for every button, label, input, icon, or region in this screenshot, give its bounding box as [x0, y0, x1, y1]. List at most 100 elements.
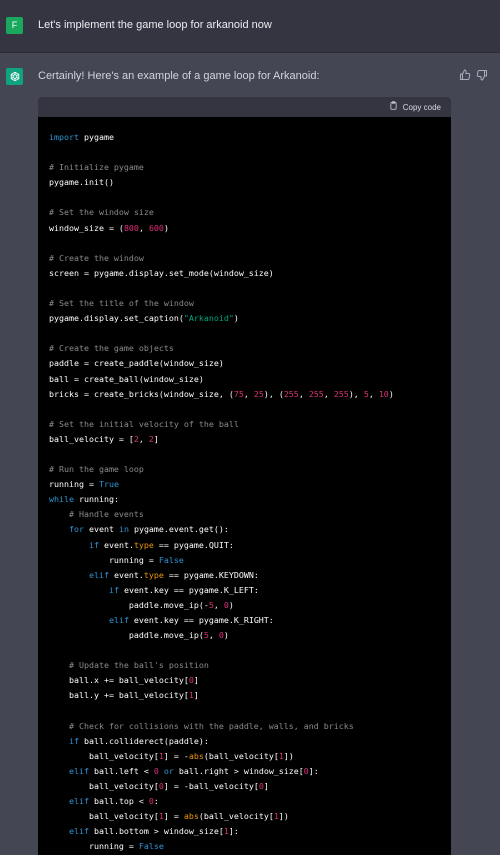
code-line: if event.type == pygame.QUIT: — [49, 538, 451, 553]
code-token: while — [49, 494, 74, 505]
user-message-text: Let's implement the game loop for arkano… — [38, 19, 272, 31]
code-token: event.key == pygame.K_LEFT: — [118, 584, 259, 595]
code-token: ball.left < — [88, 765, 154, 776]
code-token: ] — [193, 675, 199, 686]
code-token: ), — [348, 388, 364, 399]
code-token: window_size = ( — [49, 222, 124, 233]
code-token: ) — [233, 313, 239, 324]
code-token: == pygame.QUIT: — [153, 539, 234, 550]
code-block: Copy code import pygame # Initialize pyg… — [38, 97, 451, 855]
code-line: # Create the game objects — [49, 341, 451, 356]
code-token: , — [138, 433, 149, 444]
code-line: # Update the ball's position — [49, 658, 451, 673]
code-token: running = — [49, 479, 99, 490]
code-line: if ball.colliderect(paddle): — [49, 734, 451, 749]
code-token: (ball_velocity[ — [203, 750, 279, 761]
thumbs-up-icon[interactable] — [459, 68, 471, 80]
code-token: event — [83, 524, 119, 535]
code-token: screen = pygame.display.set_mode(window_… — [49, 267, 274, 278]
code-token: event. — [98, 539, 134, 550]
code-token: elif — [88, 569, 109, 580]
code-token: type — [133, 539, 154, 550]
code-line: while running: — [49, 492, 451, 507]
code-line: ball_velocity[0] = -ball_velocity[0] — [49, 779, 451, 794]
code-token: ] — [193, 690, 199, 701]
assistant-message-text: Certainly! Here's an example of a game l… — [38, 70, 320, 82]
code-token: ball.right > window_size[ — [173, 765, 304, 776]
code-line: ball_velocity[1] = -abs(ball_velocity[1]… — [49, 749, 451, 764]
code-token: ball.colliderect(paddle): — [78, 735, 209, 746]
code-token: 600 — [148, 222, 164, 233]
code-token: (ball_velocity[ — [198, 811, 274, 822]
code-block-header: Copy code — [38, 97, 451, 117]
code-token: bricks = create_bricks(window_size, ( — [49, 388, 234, 399]
code-token: , — [208, 630, 219, 641]
code-token: pygame.display.set_caption( — [49, 313, 184, 324]
code-line: window_size = (800, 600) — [49, 221, 451, 236]
code-token: , — [298, 388, 309, 399]
code-token: True — [98, 479, 119, 490]
code-line: paddle = create_paddle(window_size) — [49, 356, 451, 371]
code-token: paddle = create_paddle(window_size) — [49, 358, 224, 369]
code-token: 255 — [333, 388, 349, 399]
code-line: ball.x += ball_velocity[0] — [49, 673, 451, 688]
code-token: ] — [153, 433, 159, 444]
code-token: running: — [73, 494, 119, 505]
code-line: # Initialize pygame — [49, 160, 451, 175]
code-token: for — [68, 524, 84, 535]
code-token: 800 — [123, 222, 139, 233]
code-token: 25 — [253, 388, 264, 399]
code-line: ball_velocity[1] = abs(ball_velocity[1]) — [49, 809, 451, 824]
code-token: 75 — [233, 388, 244, 399]
code-line: elif event.key == pygame.K_RIGHT: — [49, 613, 451, 628]
code-line: # Set the initial velocity of the ball — [49, 417, 451, 432]
code-token: if — [68, 735, 79, 746]
code-token: False — [158, 554, 184, 565]
code-token: elif — [108, 615, 129, 625]
copy-code-button[interactable]: Copy code — [389, 101, 441, 114]
code-line: paddle.move_ip(5, 0) — [49, 628, 451, 643]
copy-code-label: Copy code — [402, 102, 441, 112]
code-token: # Run the game loop — [49, 464, 144, 475]
code-token: "Arkanoid" — [183, 313, 234, 324]
code-token: ] = -ball_velocity[ — [163, 781, 259, 792]
code-token: False — [138, 841, 164, 852]
code-token: type — [143, 569, 164, 580]
code-line: for event in pygame.event.get(): — [49, 522, 451, 537]
code-line: running = False — [49, 553, 451, 568]
code-line: ball = create_ball(window_size) — [49, 372, 451, 387]
code-line: ball.y += ball_velocity[1] — [49, 688, 451, 703]
code-token: , — [323, 388, 334, 399]
code-token: ] — [263, 781, 269, 792]
code-line: ball_velocity = [2, 2] — [49, 432, 451, 447]
code-token: ) — [223, 630, 229, 641]
code-token: ball.bottom > window_size[ — [88, 826, 224, 837]
code-token: import — [49, 132, 79, 142]
code-token: 255 — [308, 388, 324, 399]
thumbs-down-icon[interactable] — [476, 68, 488, 81]
code-token: ) — [388, 388, 394, 399]
code-token: if — [108, 584, 119, 595]
code-token: ball_velocity[ — [49, 750, 159, 761]
code-token: paddle.move_ip( — [49, 630, 204, 641]
code-token: ]: — [228, 826, 239, 837]
code-token: : — [153, 796, 159, 807]
code-line: elif ball.left < 0 or ball.right > windo… — [49, 764, 451, 779]
code-token: event.key == pygame.K_RIGHT: — [128, 615, 274, 625]
chatgpt-logo-icon — [6, 68, 23, 85]
code-line: # Run the game loop — [49, 462, 451, 477]
code-token: # Check for collisions with the paddle, … — [68, 720, 354, 731]
code-line: screen = pygame.display.set_mode(window_… — [49, 266, 451, 281]
